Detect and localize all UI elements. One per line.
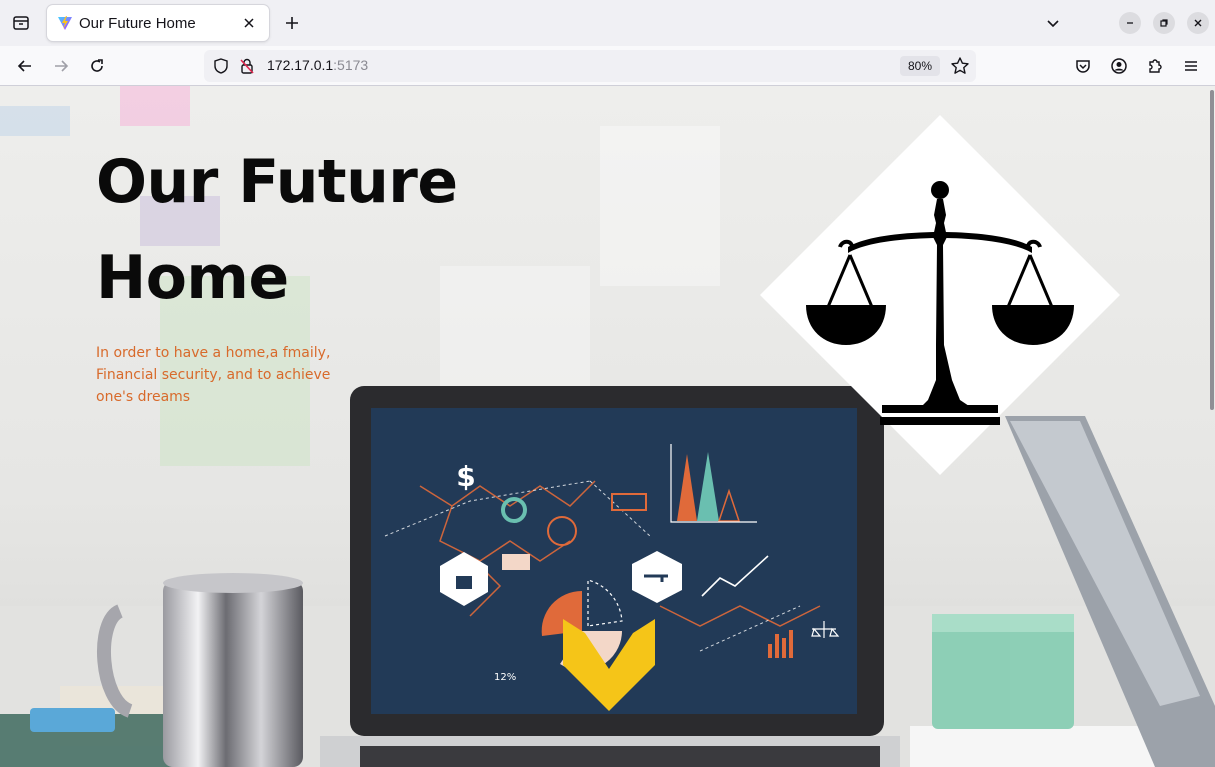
- navigation-bar: 172.17.0.1:5173 80%: [0, 46, 1215, 86]
- hero-title-line1: Our Future: [96, 147, 458, 217]
- tab-overview-icon[interactable]: [8, 10, 34, 36]
- forward-arrow-icon[interactable]: [48, 53, 74, 79]
- restore-icon[interactable]: [1153, 12, 1175, 34]
- url-text[interactable]: 172.17.0.1:5173: [267, 57, 368, 73]
- back-arrow-icon[interactable]: [12, 53, 38, 79]
- puzzle-icon[interactable]: [1144, 55, 1166, 77]
- laptop-percent-label: 12%: [494, 672, 516, 683]
- minimize-icon[interactable]: [1119, 12, 1141, 34]
- url-port: :5173: [333, 57, 369, 73]
- insecure-lock-icon[interactable]: [238, 57, 256, 75]
- close-tab-icon[interactable]: [239, 13, 259, 33]
- tab-title: Our Future Home: [79, 14, 196, 32]
- hero-title: Our Future Home: [96, 134, 516, 326]
- plus-icon[interactable]: [279, 10, 305, 36]
- chevron-down-logo-icon: [563, 619, 655, 711]
- url-host: 172.17.0.1: [267, 57, 334, 73]
- scale-of-justice-logo-icon: [760, 115, 1120, 475]
- svg-text:$: $: [456, 460, 475, 493]
- vite-logo-icon: [58, 16, 72, 30]
- close-icon[interactable]: [1187, 12, 1209, 34]
- hero-subtitle: In order to have a home,a fmaily, Financ…: [96, 345, 331, 405]
- star-icon[interactable]: [950, 56, 970, 76]
- web-page: $ 12% Our Future Home In order to have a…: [0, 86, 1215, 767]
- account-icon[interactable]: [1108, 55, 1130, 77]
- url-bar[interactable]: 172.17.0.1:5173 80%: [204, 50, 976, 82]
- pocket-icon[interactable]: [1072, 55, 1094, 77]
- reload-icon[interactable]: [84, 53, 110, 79]
- browser-tab[interactable]: Our Future Home: [47, 5, 269, 41]
- shield-icon[interactable]: [212, 57, 230, 75]
- hero-title-line2: Home: [96, 243, 289, 313]
- chevron-down-icon[interactable]: [1040, 10, 1066, 36]
- hamburger-menu-icon[interactable]: [1180, 55, 1202, 77]
- tab-bar: Our Future Home: [0, 0, 1215, 46]
- page-scrollbar[interactable]: [1210, 90, 1214, 410]
- zoom-level-button[interactable]: 80%: [900, 56, 940, 76]
